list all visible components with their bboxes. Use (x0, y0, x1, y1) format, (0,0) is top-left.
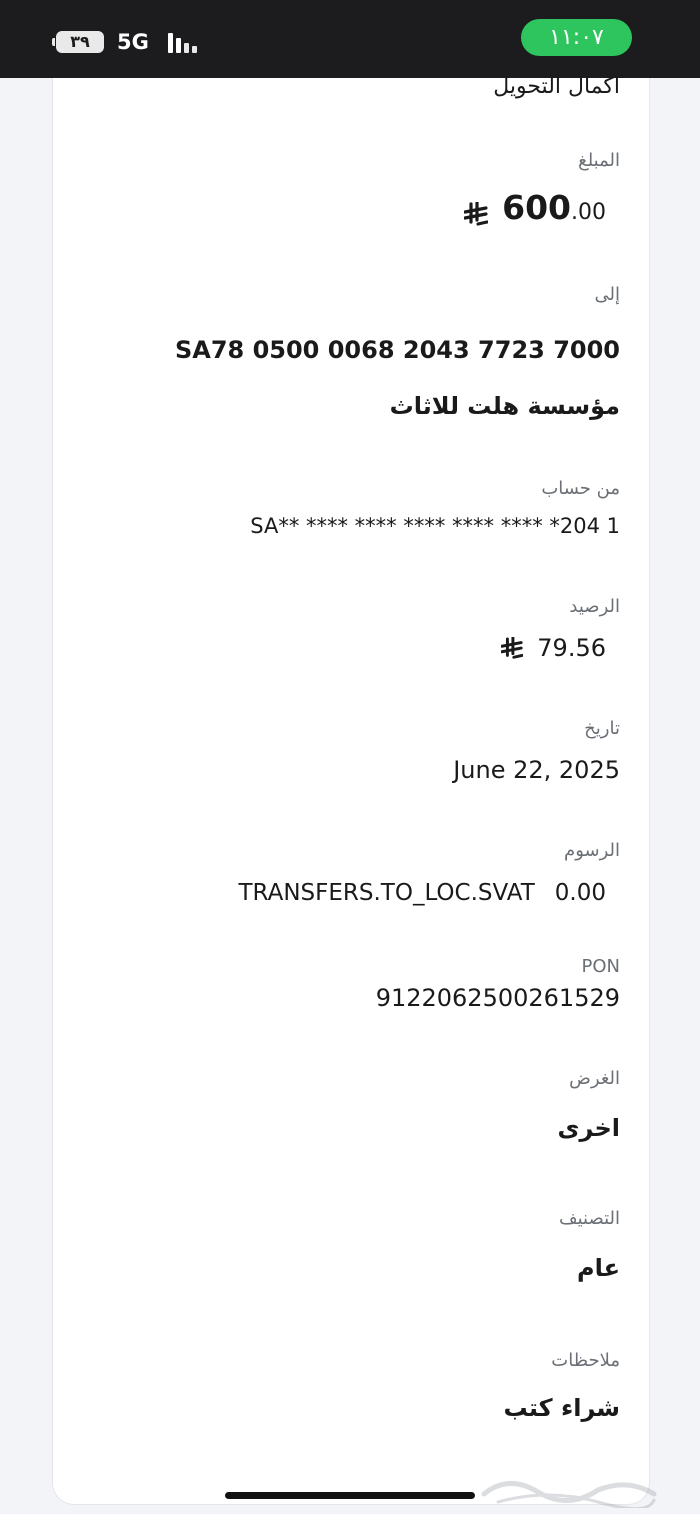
purpose-label: الغرض (569, 1068, 620, 1089)
recipient-iban: SA78 0500 0068 2043 7723 7000 (174, 336, 620, 364)
page-title: اكمال التحويل (493, 74, 620, 99)
amount-integer: 600 (502, 188, 571, 227)
purpose-value: اخرى (557, 1114, 620, 1142)
saudi-riyal-icon (501, 637, 524, 659)
signal-icon (168, 33, 198, 53)
notes-value: شراء كتب (503, 1394, 620, 1422)
balance-value: 79.56 (501, 634, 606, 662)
fees-label: الرسوم (564, 840, 620, 861)
transfer-details-card (52, 78, 650, 1505)
fees-amount: 0.00 (554, 880, 606, 906)
amount-value: 600.00 (464, 188, 606, 228)
category-value: عام (577, 1254, 620, 1282)
pon-value: 9122062500261529 (375, 984, 620, 1012)
balance-label: الرصيد (569, 596, 620, 617)
amount-decimal: .00 (571, 200, 606, 225)
saudi-riyal-icon (464, 201, 489, 226)
watermark-logo (481, 1481, 657, 1508)
category-label: التصنيف (558, 1208, 620, 1229)
status-bar: ٣٩ 5G ١١:٠٧ (0, 0, 700, 78)
fees-code: TRANSFERS.TO_LOC.SVAT (238, 880, 535, 906)
notes-label: ملاحظات (551, 1350, 620, 1371)
from-account-value: SA** **** **** **** **** **** *204 1 (250, 514, 620, 538)
network-type: 5G (117, 30, 149, 54)
balance-amount: 79.56 (537, 634, 606, 662)
recipient-value: SA78 0500 0068 2043 7723 7000 مؤسسة هلت … (80, 322, 620, 434)
status-time[interactable]: ١١:٠٧ (521, 19, 632, 56)
fees-value: TRANSFERS.TO_LOC.SVAT 0.00 (239, 880, 607, 906)
recipient-label: إلى (594, 284, 621, 305)
recipient-name: مؤسسة هلت للاثاث (389, 392, 620, 420)
pon-label: PON (581, 956, 621, 977)
amount-label: المبلغ (578, 150, 620, 171)
date-label: تاريخ (584, 718, 620, 739)
from-account-label: من حساب (541, 478, 620, 499)
battery-level: ٣٩ (56, 31, 104, 53)
home-indicator[interactable] (225, 1492, 475, 1499)
date-value: June 22, 2025 (453, 756, 620, 784)
battery-icon: ٣٩ (52, 31, 104, 53)
